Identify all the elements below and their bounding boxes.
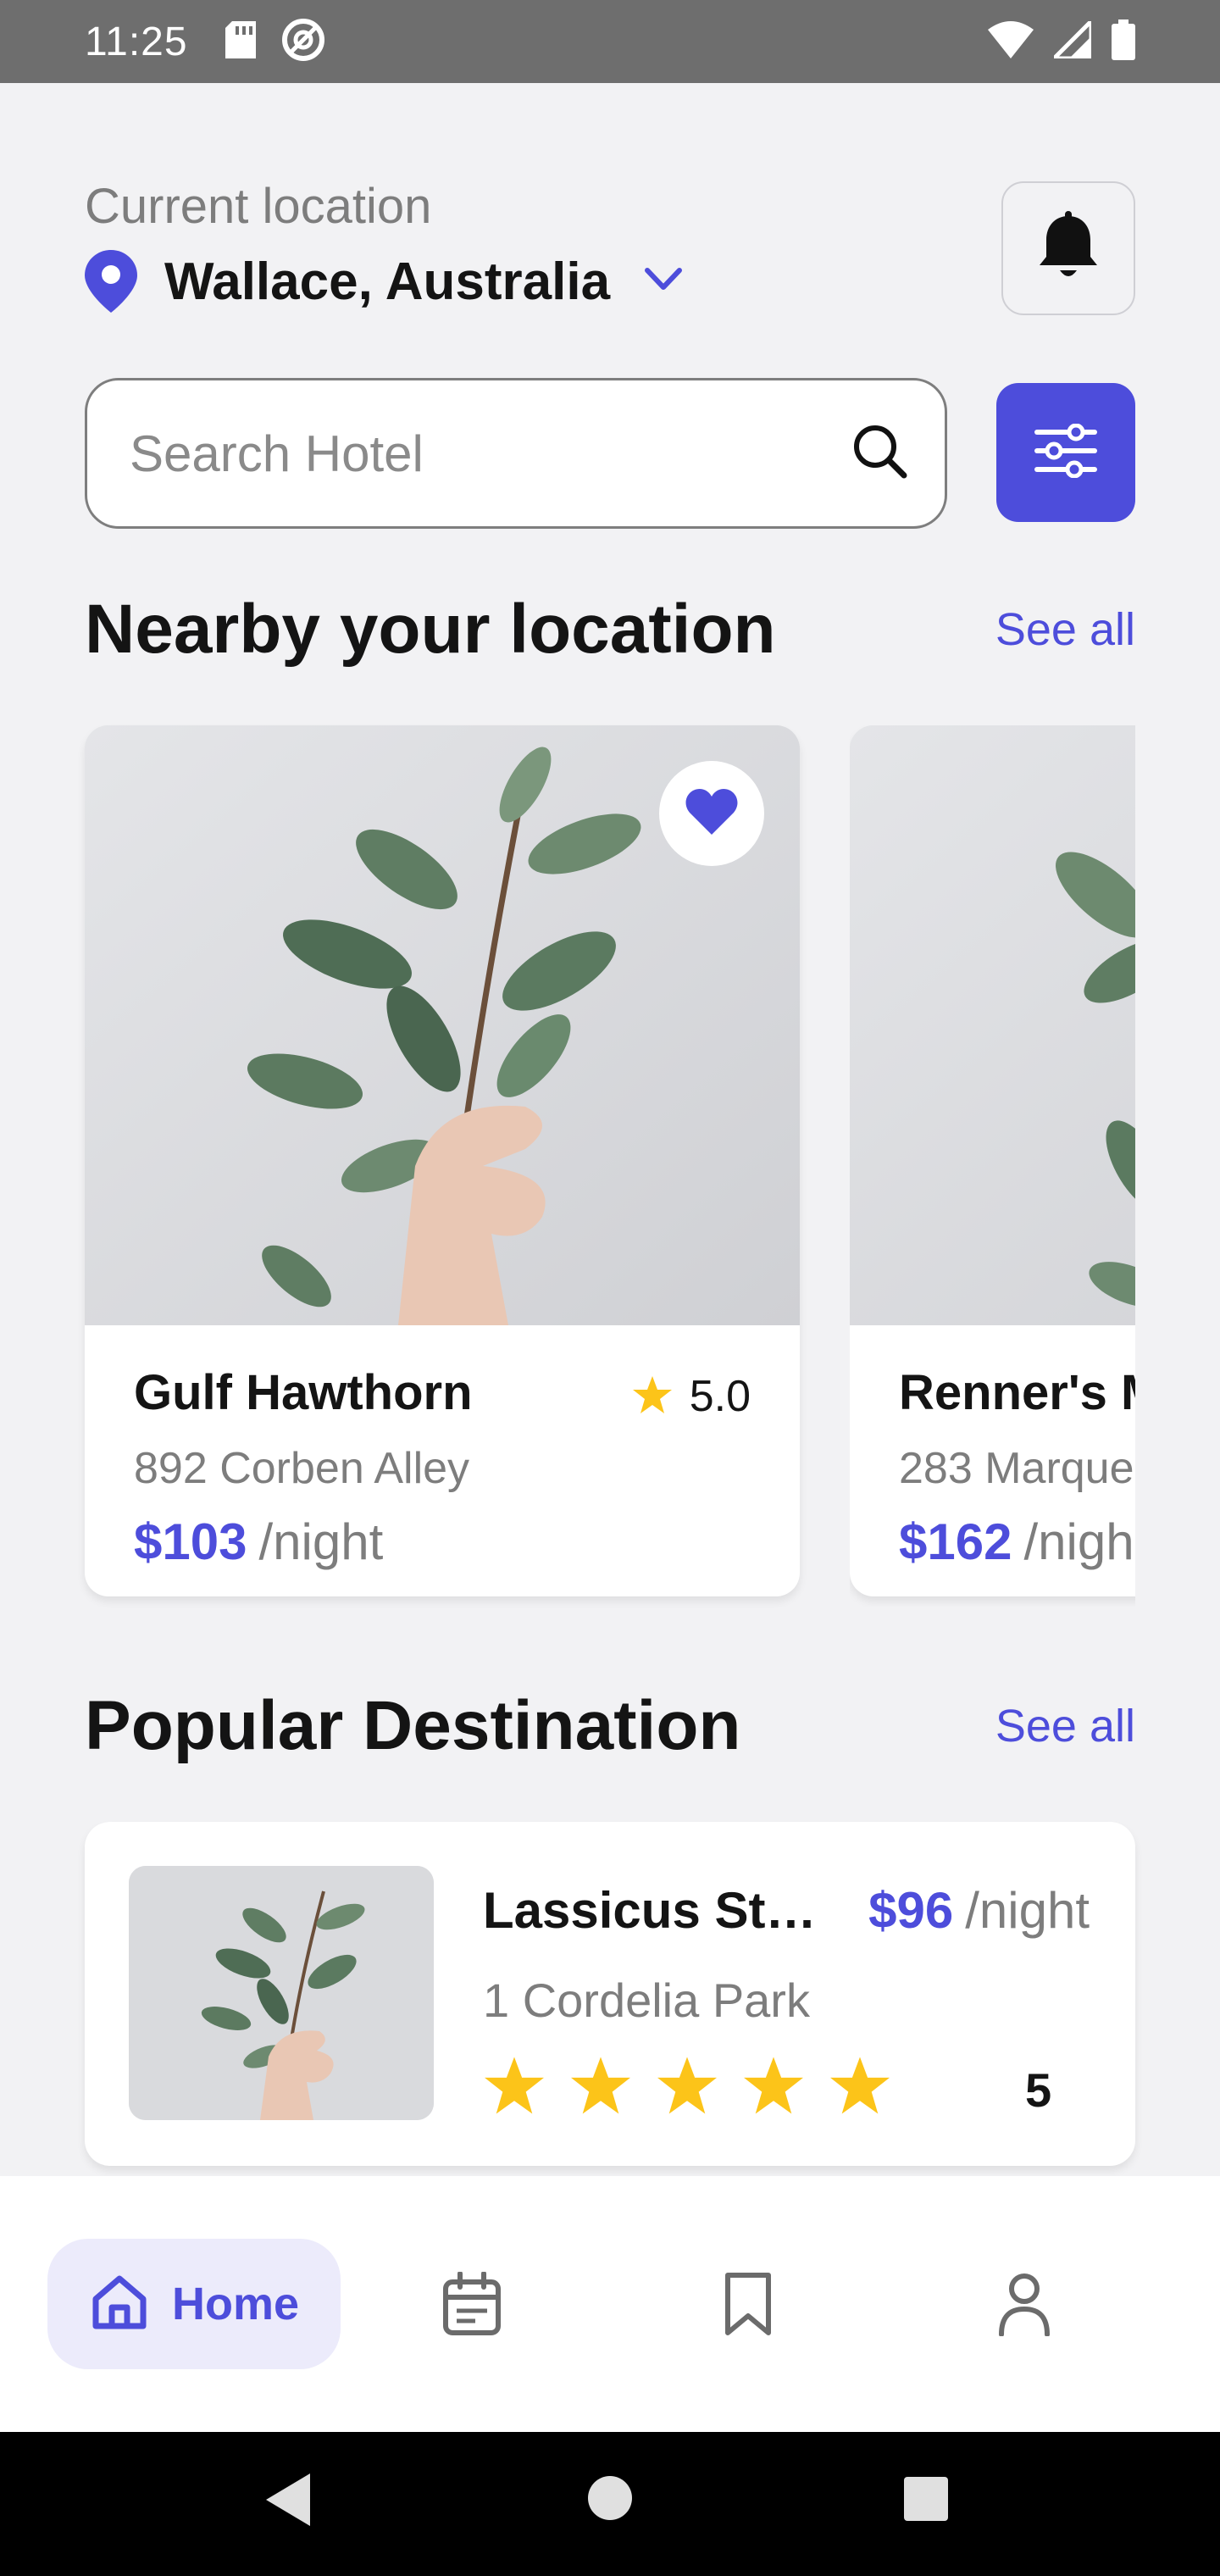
bell-icon [1036,210,1101,286]
calendar-icon [441,2270,502,2340]
wifi-icon [988,20,1034,63]
search-icon[interactable] [851,423,909,485]
nav-bookmark-tab[interactable] [710,2268,786,2344]
popular-title: Popular Destination [85,1687,741,1764]
hotel-price-row: $162/nigh [899,1513,1135,1571]
bookmark-icon [723,2272,774,2340]
star-icon [742,2056,805,2119]
hotel-card[interactable]: Renner's M 283 Marque $162/nigh [850,725,1135,1596]
status-right-icons [988,15,1135,64]
hotel-image [85,725,800,1325]
nearby-see-all-link[interactable]: See all [995,603,1135,656]
location-selector[interactable]: Wallace, Australia [85,250,683,313]
star-icon [656,2056,718,2119]
search-input[interactable] [130,424,851,483]
destination-price-row: $96/night [868,1881,1090,1940]
hotel-card-clip: Renner's M 283 Marque $162/nigh [850,725,1135,1607]
hotel-card[interactable]: Gulf Hawthorn 5.0 892 Corben Alley $103/… [85,725,800,1596]
status-time: 11:25 [85,19,188,64]
status-left-icons [225,18,325,66]
hotel-card-body: Renner's M 283 Marque $162/nigh [850,1325,1135,1571]
price-unit: /night [258,1513,384,1570]
do-not-disturb-icon [281,18,325,66]
sd-card-icon [225,20,256,63]
hotel-address: 892 Corben Alley [134,1444,470,1493]
nav-profile-tab[interactable] [986,2268,1062,2344]
nav-calendar-tab[interactable] [434,2268,510,2344]
star-icon [569,2056,632,2119]
status-bar: 11:25 [0,0,1220,83]
bottom-nav: Home [0,2176,1220,2432]
nav-home-tab[interactable]: Home [47,2239,341,2369]
price-value: $96 [868,1882,954,1939]
destination-name: Lassicus Stit... [483,1882,822,1939]
star-rating [483,2056,891,2119]
rating-value: 5 [1025,2063,1052,2117]
nearby-title: Nearby your location [85,591,776,668]
location-pin-icon [85,250,152,313]
popular-destination-card[interactable]: Lassicus Stit... $96/night 1 Cordelia Pa… [85,1822,1135,2166]
location-value: Wallace, Australia [164,252,611,311]
battery-icon [1112,19,1135,64]
home-circle-icon[interactable] [586,2474,634,2526]
profile-icon [998,2272,1051,2340]
current-location-label: Current location [85,179,432,234]
nav-home-label: Home [171,2279,300,2329]
rating-value: 5.0 [689,1372,751,1421]
hotel-rating: 5.0 [632,1371,751,1422]
popular-see-all-link[interactable]: See all [995,1700,1135,1752]
system-nav-bar [0,2432,1220,2576]
signal-icon [1048,15,1094,63]
star-icon [483,2056,546,2119]
favorite-button[interactable] [659,761,764,866]
search-box[interactable] [85,378,947,529]
price-unit: /night [965,1882,1090,1939]
price-unit: /nigh [1023,1513,1134,1570]
hotel-price-row: $103/night [134,1513,751,1571]
star-icon [829,2056,891,2119]
price-value: $162 [899,1513,1012,1570]
star-icon [632,1375,673,1418]
filter-button[interactable] [996,383,1135,522]
destination-image [129,1866,434,2120]
price-value: $103 [134,1513,247,1570]
recents-icon[interactable] [903,2476,949,2526]
back-icon[interactable] [263,2470,313,2534]
chevron-down-icon[interactable] [644,267,683,297]
notification-button[interactable] [1001,181,1135,315]
heart-icon [685,787,739,841]
hotel-image [850,725,1135,1325]
sliders-icon [1034,423,1098,482]
hotel-card-body: Gulf Hawthorn 5.0 892 Corben Alley $103/… [85,1325,800,1571]
hotel-name: Renner's M [899,1365,1135,1420]
hotel-address: 283 Marque [899,1444,1134,1493]
destination-address: 1 Cordelia Park [483,1974,810,2027]
home-icon [89,2272,150,2337]
